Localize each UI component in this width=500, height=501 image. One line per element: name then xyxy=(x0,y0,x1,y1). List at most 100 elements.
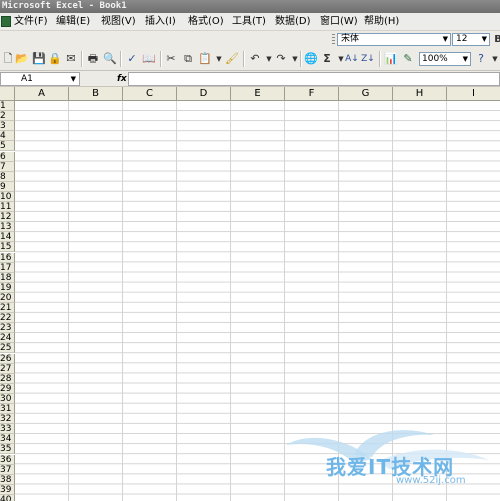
select-all-corner[interactable] xyxy=(0,87,15,101)
column-header-g[interactable]: G xyxy=(339,87,393,101)
dropdown-arrow-icon[interactable]: ▼ xyxy=(212,52,226,66)
row-header-37[interactable]: 37 xyxy=(0,464,15,475)
font-name-select[interactable]: 宋体 ▼ xyxy=(337,33,451,46)
menu-format[interactable]: 格式(O) xyxy=(188,13,224,31)
column-header-c[interactable]: C xyxy=(123,87,177,101)
row-header-13[interactable]: 13 xyxy=(0,222,15,233)
column-header-a[interactable]: A xyxy=(15,87,69,101)
redo-icon[interactable]: ↷ xyxy=(274,52,288,66)
formula-input[interactable] xyxy=(128,72,500,86)
paste-icon[interactable]: 📋 xyxy=(198,52,212,66)
row-header-12[interactable]: 12 xyxy=(0,212,15,223)
format-painter-icon[interactable]: 🖌 xyxy=(225,52,239,66)
row-header-11[interactable]: 11 xyxy=(0,202,15,212)
window-title-bar[interactable]: Microsoft Excel - Book1 xyxy=(0,0,500,13)
row-header-21[interactable]: 21 xyxy=(0,303,15,313)
save-icon[interactable]: 💾 xyxy=(32,52,46,66)
column-header-b[interactable]: B xyxy=(69,87,123,101)
menu-insert[interactable]: 插入(I) xyxy=(145,13,176,31)
column-header-i[interactable]: I xyxy=(447,87,500,101)
row-header-40[interactable]: 40 xyxy=(0,494,15,501)
sort-ascending-icon[interactable]: A↓ xyxy=(345,52,359,66)
permission-icon[interactable]: 🔒 xyxy=(48,52,62,66)
menu-file[interactable]: 文件(F) xyxy=(14,13,48,31)
row-header-26[interactable]: 26 xyxy=(0,353,15,364)
menu-help[interactable]: 帮助(H) xyxy=(364,13,399,31)
dropdown-arrow-icon[interactable]: ▼ xyxy=(463,53,468,65)
open-folder-icon[interactable]: 📂 xyxy=(15,52,29,66)
new-document-icon[interactable]: 🗋 xyxy=(1,52,15,66)
undo-icon[interactable]: ↶ xyxy=(248,52,262,66)
menu-window[interactable]: 窗口(W) xyxy=(320,13,358,31)
row-header-19[interactable]: 19 xyxy=(0,282,15,293)
row-header-27[interactable]: 27 xyxy=(0,363,15,374)
row-header-28[interactable]: 28 xyxy=(0,373,15,384)
font-name-value: 宋体 xyxy=(341,34,360,44)
column-header-e[interactable]: E xyxy=(231,87,285,101)
menu-data[interactable]: 数据(D) xyxy=(275,13,311,31)
row-header-38[interactable]: 38 xyxy=(0,474,15,485)
dropdown-arrow-icon[interactable]: ▼ xyxy=(443,34,448,45)
row-header-36[interactable]: 36 xyxy=(0,454,15,465)
zoom-select[interactable]: 100% ▼ xyxy=(419,52,471,66)
spelling-icon[interactable]: ✓ xyxy=(125,52,139,66)
excel-app-icon[interactable] xyxy=(1,16,11,27)
row-header-17[interactable]: 17 xyxy=(0,262,15,273)
dropdown-arrow-icon[interactable]: ▼ xyxy=(482,34,487,45)
row-header-39[interactable]: 39 xyxy=(0,484,15,495)
menu-view[interactable]: 视图(V) xyxy=(101,13,136,31)
row-header-29[interactable]: 29 xyxy=(0,383,15,394)
row-header-18[interactable]: 18 xyxy=(0,272,15,283)
row-header-35[interactable]: 35 xyxy=(0,444,15,455)
row-header-14[interactable]: 14 xyxy=(0,232,15,243)
research-icon[interactable]: 📖 xyxy=(142,52,156,66)
insert-function-icon[interactable]: fx xyxy=(117,72,127,86)
formula-bar: A1 ▼ fx xyxy=(0,71,500,87)
row-header-1[interactable]: 1 xyxy=(0,101,15,111)
row-header-8[interactable]: 8 xyxy=(0,171,15,182)
column-header-h[interactable]: H xyxy=(393,87,447,101)
row-header-2[interactable]: 2 xyxy=(0,111,15,122)
row-header-3[interactable]: 3 xyxy=(0,121,15,132)
column-header-d[interactable]: D xyxy=(177,87,231,101)
row-header-4[interactable]: 4 xyxy=(0,131,15,142)
row-header-10[interactable]: 10 xyxy=(0,191,15,202)
chart-wizard-icon[interactable]: 📊 xyxy=(384,52,398,66)
bold-button[interactable]: B xyxy=(491,33,500,47)
drawing-icon[interactable]: ✎ xyxy=(401,52,415,66)
toolbar-grip[interactable] xyxy=(332,34,335,46)
autosum-icon[interactable]: Σ xyxy=(320,52,334,66)
row-header-25[interactable]: 25 xyxy=(0,343,15,354)
row-header-6[interactable]: 6 xyxy=(0,151,15,162)
row-header-7[interactable]: 7 xyxy=(0,161,15,172)
row-header-16[interactable]: 16 xyxy=(0,252,15,263)
cut-icon[interactable]: ✂ xyxy=(164,52,178,66)
row-header-31[interactable]: 31 xyxy=(0,404,15,414)
menu-tools[interactable]: 工具(T) xyxy=(232,13,266,31)
row-header-15[interactable]: 15 xyxy=(0,242,15,253)
row-header-33[interactable]: 33 xyxy=(0,424,15,435)
toolbar-options-icon[interactable]: ▼ xyxy=(488,52,500,66)
row-header-9[interactable]: 9 xyxy=(0,181,15,192)
font-size-select[interactable]: 12 ▼ xyxy=(452,33,490,46)
row-header-22[interactable]: 22 xyxy=(0,313,15,324)
row-header-30[interactable]: 30 xyxy=(0,393,15,404)
copy-icon[interactable]: ⧉ xyxy=(181,52,195,66)
row-header-34[interactable]: 34 xyxy=(0,434,15,445)
row-header-23[interactable]: 23 xyxy=(0,323,15,334)
dropdown-arrow-icon[interactable]: ▼ xyxy=(71,73,76,85)
help-icon[interactable]: ? xyxy=(474,52,488,66)
hyperlink-icon[interactable]: 🌐 xyxy=(304,52,318,66)
name-box[interactable]: A1 ▼ xyxy=(0,72,80,86)
row-header-24[interactable]: 24 xyxy=(0,333,15,344)
row-header-32[interactable]: 32 xyxy=(0,414,15,425)
column-header-f[interactable]: F xyxy=(285,87,339,101)
print-preview-icon[interactable]: 🔍 xyxy=(103,52,117,66)
menu-edit[interactable]: 编辑(E) xyxy=(56,13,90,31)
zoom-value: 100% xyxy=(422,54,448,64)
email-icon[interactable]: ✉ xyxy=(64,52,78,66)
print-icon[interactable]: 🖶 xyxy=(86,52,100,66)
row-header-5[interactable]: 5 xyxy=(0,141,15,152)
row-header-20[interactable]: 20 xyxy=(0,292,15,303)
sort-descending-icon[interactable]: Z↓ xyxy=(361,52,375,66)
